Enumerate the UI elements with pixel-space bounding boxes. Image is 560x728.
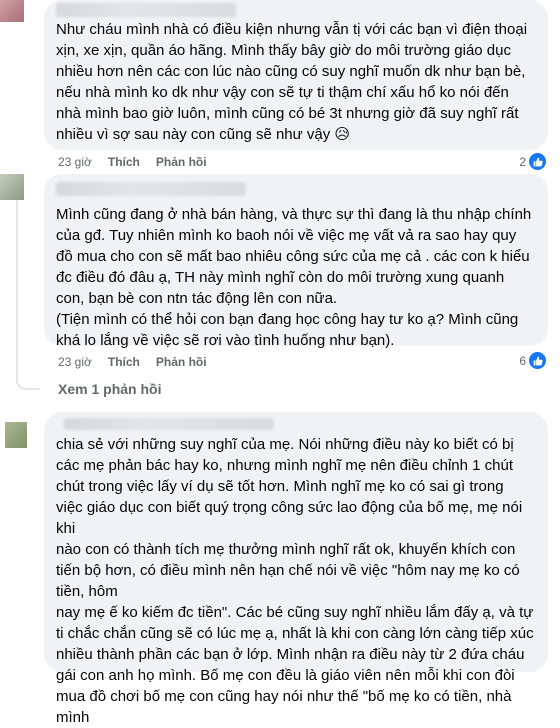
like-button[interactable]: Thích bbox=[108, 355, 140, 369]
commenter-name[interactable] bbox=[64, 418, 274, 430]
comment-actions: 23 giờ Thích Phản hồi bbox=[58, 355, 207, 369]
comment-text: Mình cũng đang ở nhà bán hàng, và thực s… bbox=[56, 206, 532, 349]
like-reaction-icon bbox=[529, 352, 546, 369]
reaction-count[interactable]: 6 bbox=[519, 352, 546, 369]
comment-text: Như cháu mình nhà có điều kiện nhưng vẫn… bbox=[56, 21, 528, 143]
reply-button[interactable]: Phản hồi bbox=[156, 355, 207, 369]
comment-time[interactable]: 23 giờ bbox=[58, 355, 92, 369]
comment-text: chia sẻ với những suy nghĩ của mẹ. Nói n… bbox=[56, 436, 534, 726]
like-button[interactable]: Thích bbox=[108, 155, 140, 169]
avatar[interactable] bbox=[0, 0, 24, 22]
commenter-name[interactable] bbox=[56, 3, 236, 17]
comment-time[interactable]: 23 giờ bbox=[58, 155, 92, 169]
like-reaction-icon bbox=[529, 153, 546, 170]
view-replies-link[interactable]: Xem 1 phản hồi bbox=[58, 381, 161, 397]
avatar[interactable] bbox=[0, 174, 24, 200]
reply-button[interactable]: Phản hồi bbox=[156, 155, 207, 169]
reaction-number: 2 bbox=[519, 154, 526, 169]
comment-bubble: chia sẻ với những suy nghĩ của mẹ. Nói n… bbox=[44, 412, 548, 726]
thread-branch bbox=[16, 372, 40, 390]
reaction-number: 6 bbox=[519, 353, 526, 368]
commenter-name[interactable] bbox=[56, 182, 246, 196]
avatar[interactable] bbox=[5, 422, 27, 448]
comment-bubble: Mình cũng đang ở nhà bán hàng, và thực s… bbox=[44, 174, 548, 349]
reaction-count[interactable]: 2 bbox=[519, 153, 546, 170]
comment-bubble: Như cháu mình nhà có điều kiện nhưng vẫn… bbox=[44, 0, 548, 150]
comment-actions: 23 giờ Thích Phản hồi bbox=[58, 155, 207, 169]
thread-line bbox=[16, 200, 18, 384]
